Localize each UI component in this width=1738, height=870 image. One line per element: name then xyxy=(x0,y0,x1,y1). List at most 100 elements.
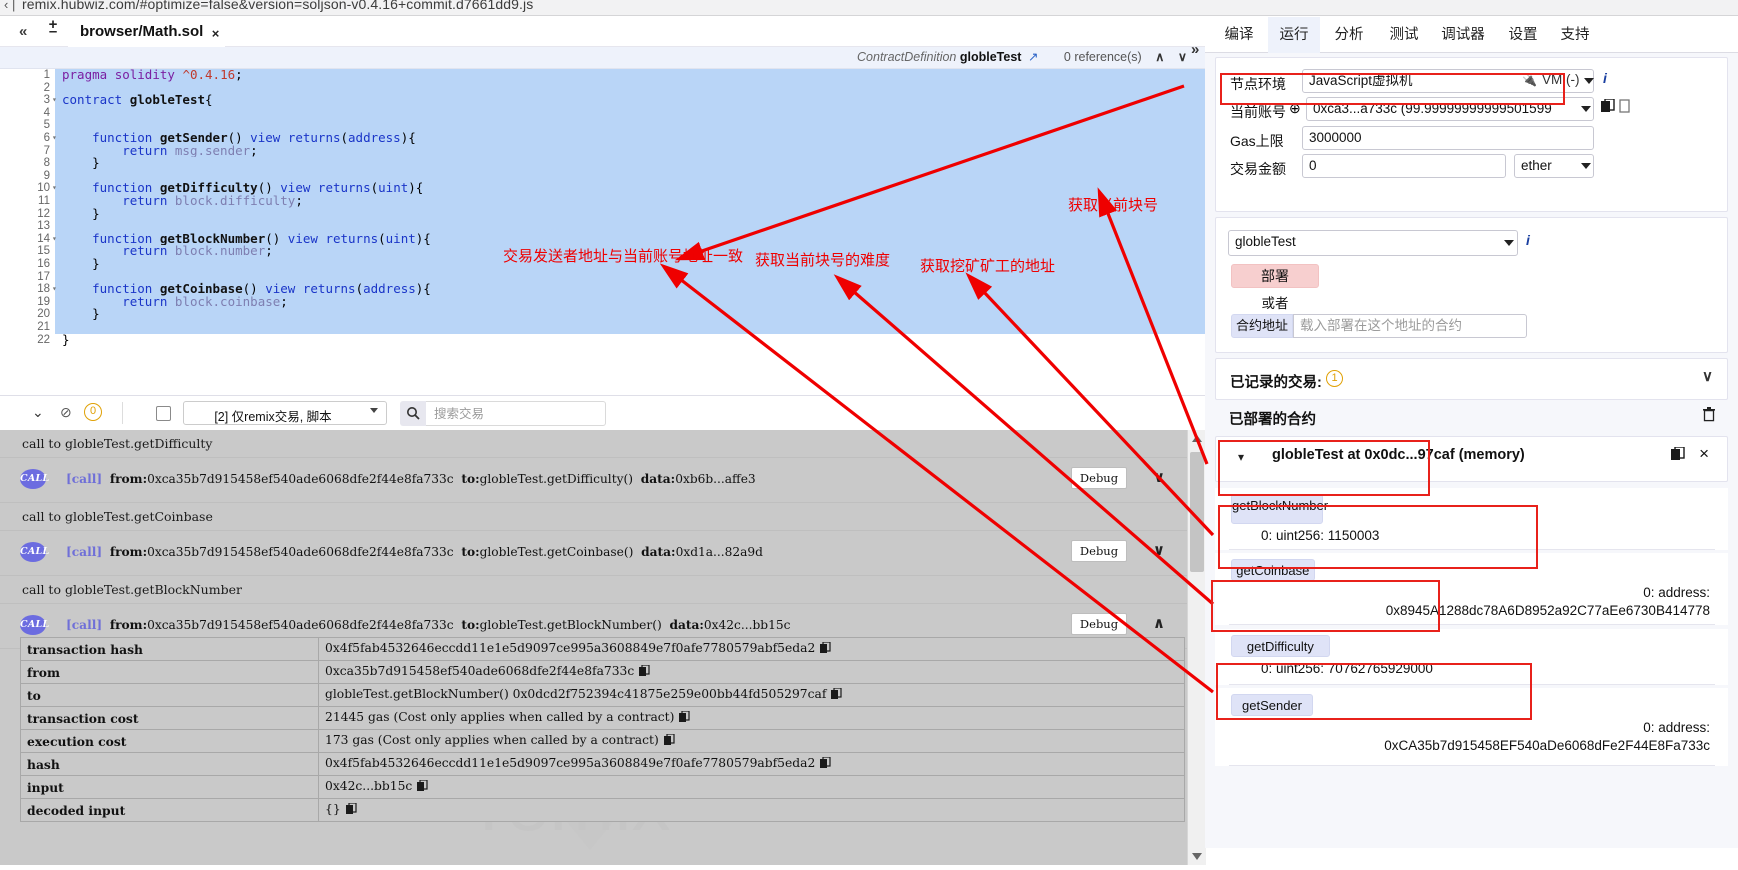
code-line[interactable]: 22} xyxy=(0,333,1205,347)
function-button-getSender[interactable]: getSender xyxy=(1231,694,1313,716)
environment-info-icon[interactable]: i xyxy=(1603,70,1607,86)
tab-5[interactable]: 调试器 xyxy=(1432,17,1494,53)
function-button-getBlockNumber[interactable]: getBlockNumber xyxy=(1231,494,1328,524)
code-line[interactable]: 21 xyxy=(0,321,1205,334)
terminal-scrollbar[interactable] xyxy=(1187,430,1206,865)
debug-button[interactable]: Debug xyxy=(1071,613,1127,635)
copy-icon[interactable] xyxy=(679,710,691,726)
copy-icon[interactable] xyxy=(820,756,831,772)
copy-icon[interactable] xyxy=(639,664,650,680)
expand-call-icon[interactable]: ∧ xyxy=(1153,614,1165,632)
fold-icon[interactable]: ▾ xyxy=(52,182,60,195)
fold-icon[interactable]: ▾ xyxy=(52,132,60,145)
vm-status-text: VM (-) xyxy=(1542,72,1580,87)
code-line[interactable]: 12 } xyxy=(0,207,1205,221)
prev-reference-icon[interactable]: ∧ xyxy=(1155,50,1164,64)
copy-icon[interactable] xyxy=(663,733,675,749)
collapse-sidebar-icon[interactable]: « xyxy=(19,23,27,40)
at-address-button[interactable]: 合约地址 xyxy=(1231,314,1293,338)
listen-network-checkbox[interactable] xyxy=(156,406,171,421)
gas-limit-input[interactable]: 3000000 xyxy=(1302,126,1594,150)
tab-4[interactable]: 测试 xyxy=(1378,17,1430,53)
scroll-down-icon[interactable] xyxy=(1188,847,1206,865)
debug-button[interactable]: Debug xyxy=(1071,540,1127,562)
scrollbar-thumb[interactable] xyxy=(1190,452,1204,572)
code-line[interactable]: 3 ▾ contract globleTest{ xyxy=(0,93,1205,107)
browser-url-bar[interactable]: ‹ | remix.hubwiz.com/#optimize=false&ver… xyxy=(0,0,1738,16)
function-button-getCoinbase[interactable]: getCoinbase xyxy=(1231,559,1315,581)
chevron-down-icon[interactable]: ∨ xyxy=(1702,367,1713,385)
chevron-down-icon[interactable] xyxy=(1581,106,1591,112)
code-line[interactable]: 16 } xyxy=(0,257,1205,271)
line-number: 15 xyxy=(37,245,50,258)
copy-icon[interactable] xyxy=(1601,98,1615,119)
call-badge: CALL xyxy=(20,542,49,562)
tab-2[interactable]: 运行 xyxy=(1268,17,1320,53)
fold-icon[interactable]: ▾ xyxy=(52,233,60,246)
deploy-button[interactable]: 部署 xyxy=(1231,264,1319,288)
copy-icon[interactable] xyxy=(820,641,831,657)
code-line[interactable]: 19 return block.coinbase; xyxy=(0,295,1205,309)
copy-icon[interactable] xyxy=(1671,446,1685,467)
font-size-stepper[interactable]: + – xyxy=(45,17,61,47)
code-line[interactable]: 7 return msg.sender; xyxy=(0,144,1205,158)
code-line[interactable]: 15 return block.number; xyxy=(0,245,1205,258)
scroll-up-icon[interactable] xyxy=(1188,430,1206,448)
log-call-row[interactable]: CALL [call] from:0xca35b7d915458ef540ade6… xyxy=(0,458,1187,503)
tab-3[interactable]: 分析 xyxy=(1323,17,1375,53)
file-tab-math-sol[interactable]: browser/Math.sol × xyxy=(68,17,226,49)
code-line[interactable]: 1 pragma solidity ^0.4.16; xyxy=(0,69,1205,82)
function-result-value: 0xCA35b7d915458EF540aDe6068dFe2F44E8Fa73… xyxy=(1384,738,1710,753)
close-icon[interactable]: × xyxy=(1699,444,1709,464)
trash-icon[interactable] xyxy=(1702,406,1716,427)
external-link-icon[interactable]: ↗ xyxy=(1028,50,1038,64)
debug-button[interactable]: Debug xyxy=(1071,467,1127,489)
at-address-input[interactable]: 载入部署在这个地址的合约 xyxy=(1293,314,1527,338)
tab-1[interactable]: 编译 xyxy=(1213,17,1265,53)
deployed-contract-header[interactable]: ▾ globleTest at 0x0dc...97caf (memory) × xyxy=(1215,436,1728,482)
contract-select[interactable]: globleTest xyxy=(1228,230,1518,256)
code-editor[interactable]: 1 pragma solidity ^0.4.16; 2 3 ▾ contract glo… xyxy=(0,69,1205,395)
copy-icon[interactable] xyxy=(831,687,842,703)
tab-6[interactable]: 设置 xyxy=(1497,17,1549,53)
next-reference-icon[interactable]: ∨ xyxy=(1178,50,1187,64)
transaction-filter-select[interactable]: [2] 仅remix交易, 脚本 xyxy=(183,401,387,425)
pending-count-badge[interactable]: 0 xyxy=(84,403,102,421)
tab-7[interactable]: 支持 xyxy=(1550,17,1600,53)
clear-terminal-icon[interactable]: ⊘ xyxy=(60,404,72,421)
to-label: to: xyxy=(461,472,480,486)
value-input[interactable]: 0 xyxy=(1302,154,1506,178)
copy-icon[interactable] xyxy=(345,802,357,818)
font-decrease-icon[interactable]: – xyxy=(45,24,61,39)
recorded-transactions-card[interactable]: 已记录的交易: 1 ∨ xyxy=(1215,358,1728,400)
search-icon[interactable] xyxy=(400,401,426,426)
function-button-getDifficulty[interactable]: getDifficulty xyxy=(1231,635,1330,657)
edit-icon[interactable] xyxy=(1619,99,1631,118)
contract-info-icon[interactable]: i xyxy=(1526,232,1530,248)
plug-icon: 🔌 xyxy=(1522,73,1537,87)
code-line[interactable]: 4 xyxy=(0,106,1205,120)
chevron-down-icon[interactable] xyxy=(1504,240,1514,246)
log-call-row[interactable]: CALL [call] from:0xca35b7d915458ef540ade6… xyxy=(0,531,1187,576)
chevron-right-icon[interactable]: ▾ xyxy=(1238,450,1244,464)
detail-key: transaction hash xyxy=(20,637,319,661)
search-input[interactable] xyxy=(426,401,606,426)
add-account-icon[interactable]: ⊕ xyxy=(1289,100,1301,117)
account-select[interactable]: 0xca3...a733c (99.99999999999501599 xyxy=(1306,97,1594,121)
terminal-collapse-icon[interactable]: ⌄ xyxy=(32,404,44,421)
close-icon[interactable]: × xyxy=(212,19,220,49)
expand-call-icon[interactable]: ∨ xyxy=(1153,468,1165,486)
code-line[interactable]: 11 return block.difficulty; xyxy=(0,194,1205,208)
fold-icon[interactable]: ▾ xyxy=(52,94,60,107)
expand-call-icon[interactable]: ∨ xyxy=(1153,541,1165,559)
gas-limit-value: 3000000 xyxy=(1309,130,1362,145)
code-line[interactable]: 8 } xyxy=(0,157,1205,170)
copy-icon[interactable] xyxy=(417,779,428,795)
fold-icon[interactable]: ▾ xyxy=(52,283,60,296)
terminal-log[interactable]: remix call to globleTest.getDifficultyCA… xyxy=(0,430,1205,865)
detail-key: from xyxy=(20,660,319,684)
chevron-down-icon[interactable] xyxy=(1581,163,1591,169)
chevron-down-icon[interactable] xyxy=(1584,78,1594,84)
code-line[interactable]: 20 } xyxy=(0,308,1205,321)
expand-panel-icon[interactable]: » xyxy=(1191,41,1199,58)
